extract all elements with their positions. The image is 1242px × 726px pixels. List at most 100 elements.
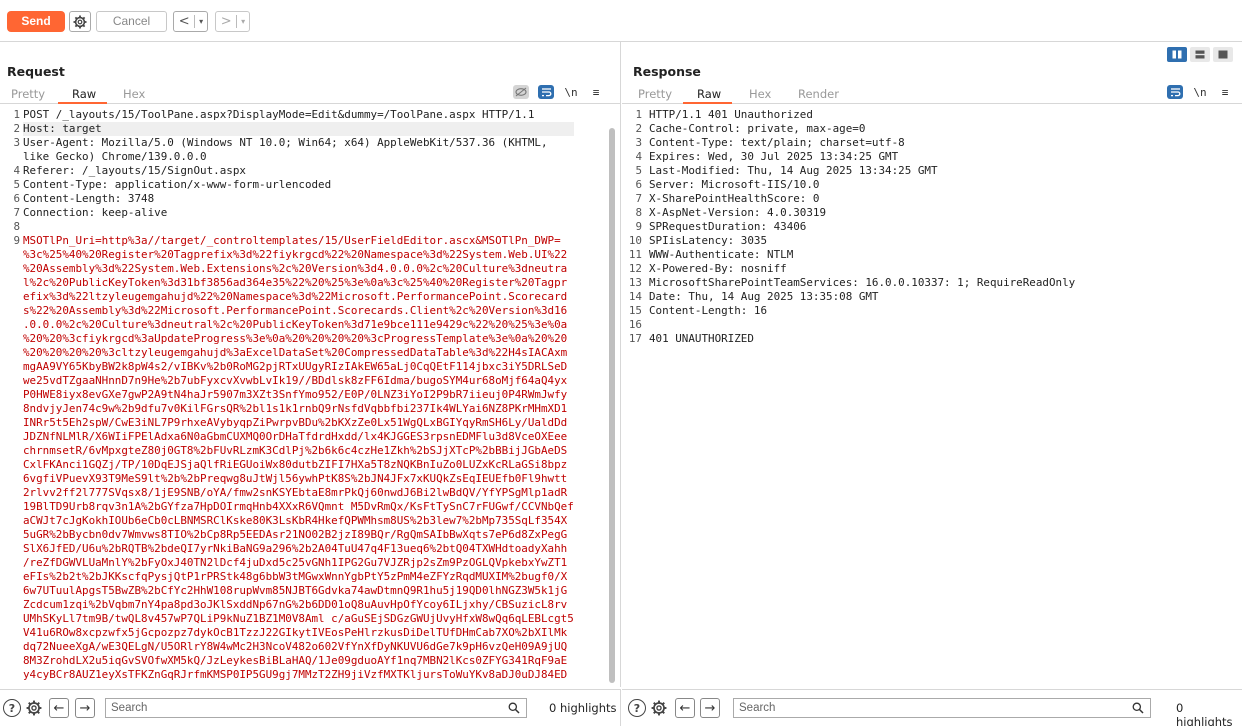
request-header-line[interactable]: Content-Type: application/x-www-form-url…: [23, 178, 574, 192]
request-body-line[interactable]: efix%3d%22ltzyleugemgahujd%22%20Namespac…: [23, 290, 574, 304]
response-line[interactable]: Last-Modified: Thu, 14 Aug 2025 13:34:25…: [649, 164, 1075, 178]
response-line[interactable]: Cache-Control: private, max-age=0: [649, 122, 1075, 136]
request-body-line[interactable]: INRr5t5Eh2spW/CwE3iNL7P9rhxeAVybyqpZiPwr…: [23, 416, 574, 430]
help-icon[interactable]: ?: [3, 699, 21, 717]
request-body-line[interactable]: 6vgfiVPuevX93T9MeS9lt%2b%2bPreqwg8uJtWjl…: [23, 472, 574, 486]
request-body-line[interactable]: 8ndvjyJen74c9w%2b9dfu7v0KilFGrsQR%2bl1s1…: [23, 402, 574, 416]
request-body-line[interactable]: Zcdcum1zqi%2bVqbm7nY4pa8pd3oJKlSxddNp67n…: [23, 598, 574, 612]
response-line[interactable]: Content-Length: 16: [649, 304, 1075, 318]
tab-pretty[interactable]: Pretty: [638, 87, 672, 101]
request-header-line[interactable]: POST /_layouts/15/ToolPane.aspx?DisplayM…: [23, 108, 574, 122]
response-line[interactable]: Content-Type: text/plain; charset=utf-8: [649, 136, 1075, 150]
request-body-line[interactable]: s%22%20Assembly%3d%22Microsoft.Performan…: [23, 304, 574, 318]
request-header-line[interactable]: like Gecko) Chrome/139.0.0.0: [23, 150, 574, 164]
response-line[interactable]: Server: Microsoft-IIS/10.0: [649, 178, 1075, 192]
response-search-input[interactable]: [734, 699, 1124, 717]
request-body-line[interactable]: 2rlvv2ff2l777SVqsx8/1jE9SNB/oYA/fmw2snKS…: [23, 486, 574, 500]
search-settings-gear-icon[interactable]: [24, 698, 44, 718]
forward-nav-button[interactable]: > ▾: [215, 11, 250, 32]
next-match-arrow-icon[interactable]: →: [75, 698, 95, 718]
request-body-line[interactable]: chrnmsetR/6vMpxgteZ80j0GT8%2bFUvRLzmK3Cd…: [23, 444, 574, 458]
search-settings-gear-icon[interactable]: [649, 698, 669, 718]
stacked-layout-icon[interactable]: [1190, 47, 1210, 62]
wrap-lines-icon[interactable]: [538, 85, 554, 99]
request-body-line[interactable]: %20%20%20%20%3cltzyleugemgahujd%3aExcelD…: [23, 346, 574, 360]
hide-whitespace-icon[interactable]: [513, 85, 529, 99]
newline-toggle-icon[interactable]: \n: [563, 85, 579, 99]
response-line[interactable]: 401 UNAUTHORIZED: [649, 332, 1075, 346]
response-line[interactable]: Expires: Wed, 30 Jul 2025 13:34:25 GMT: [649, 150, 1075, 164]
previous-match-arrow-icon[interactable]: ←: [49, 698, 69, 718]
tab-pretty[interactable]: Pretty: [11, 87, 45, 101]
request-raw-text[interactable]: POST /_layouts/15/ToolPane.aspx?DisplayM…: [23, 108, 574, 682]
tabbed-layout-icon[interactable]: [1213, 47, 1233, 62]
request-body-line[interactable]: JDZNfNLMlR/X6WIiFPElAdxa6N0aGbmCUXMQ0OrD…: [23, 430, 574, 444]
request-body-line[interactable]: P0HWE8iyx8evGXe7gwP2A9tN4haJr5907m3XZt3S…: [23, 388, 574, 402]
send-button[interactable]: Send: [7, 11, 65, 32]
previous-match-arrow-icon[interactable]: ←: [675, 698, 695, 718]
response-line[interactable]: HTTP/1.1 401 Unauthorized: [649, 108, 1075, 122]
request-body-line[interactable]: MSOTlPn_Uri=http%3a//target/_controltemp…: [23, 234, 574, 248]
request-body-line[interactable]: SlX6JfED/U6u%2bRQTB%2bdeQI7yrNkiBaNG9a29…: [23, 542, 574, 556]
response-line[interactable]: MicrosoftSharePointTeamServices: 16.0.0.…: [649, 276, 1075, 290]
request-body-line[interactable]: %3c%25%40%20Register%20Tagprefix%3d%22fi…: [23, 248, 574, 262]
next-match-arrow-icon[interactable]: →: [700, 698, 720, 718]
request-body-line[interactable]: /reZfDGWVLUaMnlY%2bFyOxJ40TN2lDcf4juDxd5…: [23, 556, 574, 570]
back-nav-button[interactable]: < ▾: [173, 11, 208, 32]
response-editor[interactable]: 1 2 3 4 5 6 7 8 9 10 11 12 13 14 15 16 17 HTTP/1.1 401 U…: [622, 108, 1242, 686]
response-line[interactable]: [649, 318, 1075, 332]
response-search-box[interactable]: [733, 698, 1151, 718]
request-body-line[interactable]: UMhSKyLl7tm9B/twQL8v457wP7QLiP9kNuZ1BZ1M…: [23, 612, 574, 626]
request-body-line[interactable]: %20Assembly%3d%22System.Web.Extensions%2…: [23, 262, 574, 276]
request-header-line[interactable]: Connection: keep-alive: [23, 206, 574, 220]
request-body-line[interactable]: %20%20%3cfiykrgcd%3aUpdateProgress%3e%0a…: [23, 332, 574, 346]
newline-toggle-icon[interactable]: \n: [1192, 85, 1208, 99]
request-header-line[interactable]: User-Agent: Mozilla/5.0 (Windows NT 10.0…: [23, 136, 574, 150]
tab-raw[interactable]: Raw: [72, 87, 96, 101]
back-history-dropdown-icon[interactable]: ▾: [195, 17, 207, 26]
request-scrollbar[interactable]: [609, 128, 615, 683]
response-line[interactable]: X-AspNet-Version: 4.0.30319: [649, 206, 1075, 220]
side-by-side-layout-icon[interactable]: [1167, 47, 1187, 62]
response-raw-text[interactable]: HTTP/1.1 401 Unauthorized Cache-Control: …: [649, 108, 1075, 346]
request-body-line[interactable]: aCWJt7cJgKokhIOUb6eCb0cLBNMSRClKske80K3L…: [23, 514, 574, 528]
request-body-line[interactable]: 5uGR%2bBycbn0dv7Wmvws8TIO%2bCp8Rp5EEDAsr…: [23, 528, 574, 542]
response-line[interactable]: Date: Thu, 14 Aug 2025 13:35:08 GMT: [649, 290, 1075, 304]
back-arrow-icon[interactable]: <: [174, 14, 194, 29]
request-body-line[interactable]: V41u6ROw8xcpzwfx5jGcpozpz7dykOcB1TzzJ22G…: [23, 626, 574, 640]
tab-hex[interactable]: Hex: [749, 87, 771, 101]
request-header-line[interactable]: Referer: /_layouts/15/SignOut.aspx: [23, 164, 574, 178]
response-line[interactable]: SPRequestDuration: 43406: [649, 220, 1075, 234]
request-header-line[interactable]: [23, 220, 574, 234]
request-body-line[interactable]: mgAA9VY65KbyBW2k8pW4s2/vIBKv%2b0RoMG2pjR…: [23, 360, 574, 374]
response-line[interactable]: X-SharePointHealthScore: 0: [649, 192, 1075, 206]
request-body-line[interactable]: 8M3ZrohdLX2u5iqGvSVOfwXM5kQ/JzLeykesBiBL…: [23, 654, 574, 668]
forward-history-dropdown-icon[interactable]: ▾: [237, 17, 249, 26]
request-body-line[interactable]: .0.0.0%2c%20Culture%3dneutral%2c%20Publi…: [23, 318, 574, 332]
request-header-line[interactable]: Content-Length: 3748: [23, 192, 574, 206]
request-header-line[interactable]: Host: target: [23, 122, 574, 136]
request-search-box[interactable]: [105, 698, 527, 718]
request-body-line[interactable]: we25vdTZgaaNHnnD7n9He%2b7ubFyxcvXvwbLvIk…: [23, 374, 574, 388]
wrap-lines-icon[interactable]: [1167, 85, 1183, 99]
menu-icon[interactable]: ≡: [1217, 85, 1233, 99]
request-editor[interactable]: 123 456789 POST /_layouts/15/ToolPane.asp…: [0, 108, 620, 686]
request-body-line[interactable]: y4cyBCr8AUZ1eyXsTFKZnGqRJrfmKMSP0IP5GU9g…: [23, 668, 574, 682]
response-line[interactable]: X-Powered-By: nosniff: [649, 262, 1075, 276]
tab-raw[interactable]: Raw: [697, 87, 721, 101]
help-icon[interactable]: ?: [628, 699, 646, 717]
request-body-line[interactable]: eFIs%2b2t%2bJKKscfqPysjQtP1rPRStk48g6bbW…: [23, 570, 574, 584]
response-line[interactable]: SPIisLatency: 3035: [649, 234, 1075, 248]
tab-hex[interactable]: Hex: [123, 87, 145, 101]
tab-render[interactable]: Render: [798, 87, 839, 101]
response-line[interactable]: WWW-Authenticate: NTLM: [649, 248, 1075, 262]
forward-arrow-icon[interactable]: >: [216, 14, 236, 29]
request-body-line[interactable]: 19BlTD9Urb8rqv3n1A%2bGYfza7HpDOIrmqHnb4X…: [23, 500, 574, 514]
menu-icon[interactable]: ≡: [588, 85, 604, 99]
request-body-line[interactable]: CxlFKAnci1GQZj/TP/10DqEJSjaQlfRiEGUoiWx8…: [23, 458, 574, 472]
cancel-button[interactable]: Cancel: [96, 11, 167, 32]
request-body-line[interactable]: dq72NueeXgA/wE3QELgN/U5ORlrY8W4wMc2H3Nco…: [23, 640, 574, 654]
request-body-line[interactable]: 6w7UTuulApgsT5BwZB%2bCfYc2HhW108rupWvm85…: [23, 584, 574, 598]
settings-gear-icon[interactable]: [69, 11, 91, 32]
request-search-input[interactable]: [106, 699, 500, 717]
